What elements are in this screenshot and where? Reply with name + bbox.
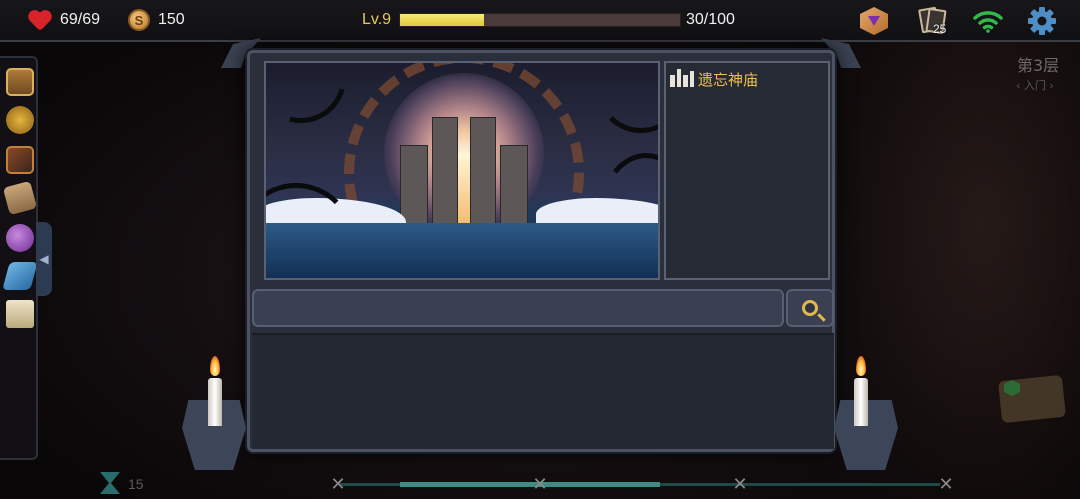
temple-icon (670, 69, 694, 87)
spellbook-icon[interactable] (6, 146, 34, 174)
crystal-bar-icon[interactable] (2, 262, 38, 290)
crossed-swords-icon: ✕ (330, 474, 346, 494)
command-input[interactable] (252, 289, 784, 327)
hp-stat: 69/69 (28, 9, 100, 31)
turn-count: 15 (128, 476, 144, 492)
coin-icon: S (128, 9, 150, 31)
location-name: 遗忘神庙 (698, 71, 759, 89)
event-log (252, 333, 834, 449)
cards-icon: 25 (917, 6, 947, 36)
crossed-swords-icon-2: ✕ (532, 474, 548, 494)
turn-track: 15 ✕ ✕ ✕ ✕ (100, 472, 980, 496)
wifi-icon (973, 11, 1003, 33)
location-illustration (264, 61, 660, 280)
xp-bar (399, 13, 681, 27)
candle-right (854, 378, 868, 426)
top-bar: 69/69 S 150 Lv.9 30/100 25 (0, 0, 1080, 42)
parcel-icon[interactable] (2, 180, 38, 216)
boss-skull-icon: ✕ (938, 474, 954, 494)
settings-button[interactable] (1026, 5, 1058, 37)
network-status (972, 5, 1004, 37)
dice-icon (860, 7, 888, 35)
sidebar-collapse-tab[interactable]: ◀ (36, 222, 52, 296)
candle-left (208, 378, 222, 426)
treasure-chest-icon[interactable] (6, 68, 34, 96)
dice-button[interactable] (858, 5, 890, 37)
gear-icon (1028, 7, 1056, 35)
hourglass-icon (100, 472, 120, 494)
crossed-swords-icon-3: ✕ (732, 474, 748, 494)
deck-count: 25 (933, 22, 947, 36)
purple-potion-icon[interactable] (6, 224, 34, 252)
xp-bar-fill (400, 14, 484, 26)
hp-value: 69/69 (60, 11, 101, 28)
event-panel: 遗忘神庙 (247, 50, 835, 452)
floor-title: 第3层 (1017, 56, 1060, 75)
gold-mask-icon[interactable] (6, 106, 34, 134)
gold-stat: S 150 (128, 9, 185, 31)
heart-icon (28, 9, 52, 31)
scroll-icon[interactable] (6, 300, 34, 328)
magnifier-icon (802, 300, 818, 316)
deck-button[interactable]: 25 (916, 5, 948, 37)
floor-subtitle[interactable]: ‹ 入门 › (1016, 77, 1054, 93)
left-sidebar (0, 56, 38, 460)
search-button[interactable] (786, 289, 834, 327)
chevron-left-icon: ◀ (39, 252, 49, 266)
event-window: 遗忘神庙 (221, 38, 847, 466)
xp-text: 30/100 (686, 11, 735, 28)
level-label: Lv.9 (362, 11, 392, 28)
gold-value: 150 (158, 11, 185, 28)
location-info-panel: 遗忘神庙 (664, 61, 830, 280)
